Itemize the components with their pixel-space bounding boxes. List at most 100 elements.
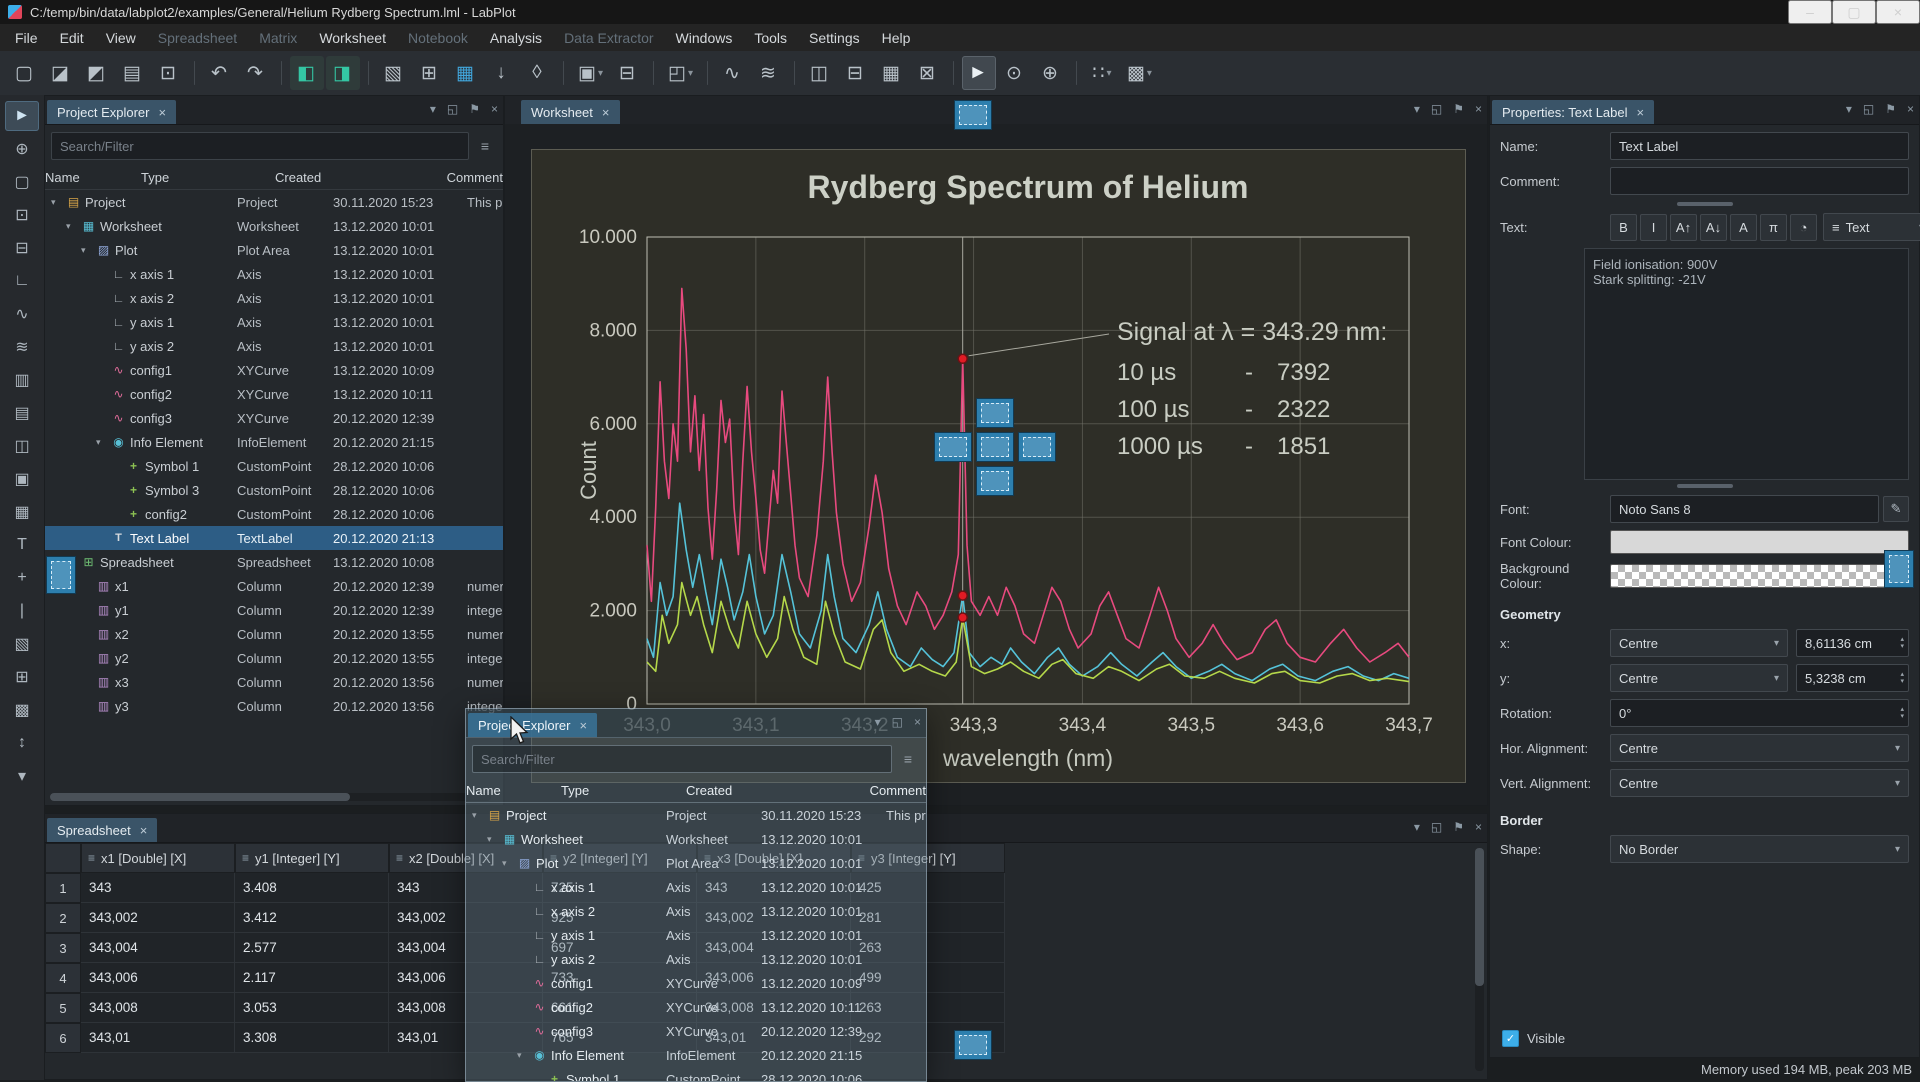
tree-row-config2[interactable]: ∿ config2 XYCurve 13.12.2020 10:11 bbox=[45, 382, 503, 406]
dock-menu-icon[interactable]: ▾ bbox=[1414, 102, 1420, 116]
cascade-windows-button[interactable]: ▧ bbox=[377, 56, 411, 90]
x-offset-stepper[interactable]: 8,61136 cm ▴▾ bbox=[1796, 629, 1909, 657]
tab-close-icon[interactable]: × bbox=[579, 718, 587, 733]
hor-alignment-combo[interactable]: Centre ▾ bbox=[1610, 734, 1909, 762]
font-colour-swatch[interactable] bbox=[1610, 530, 1909, 554]
tree-row-config1[interactable]: ∿ config1 XYCurve 13.12.2020 10:09 bbox=[45, 358, 503, 382]
worksheet-view[interactable]: 343,0343,1343,2343,3343,4343,5343,6343,7… bbox=[505, 124, 1487, 805]
new-matrix-button[interactable]: ▦ bbox=[449, 56, 483, 90]
tree-row-y-axis-2[interactable]: ∟ y axis 2 Axis 13.12.2020 10:01 bbox=[45, 334, 503, 358]
new-spreadsheet-button[interactable]: ⊞ bbox=[413, 56, 447, 90]
search-input[interactable] bbox=[472, 745, 892, 773]
dock-pin-icon[interactable]: ⚑ bbox=[1453, 820, 1464, 834]
axis-tool[interactable]: ∟ bbox=[5, 266, 39, 296]
row-number[interactable]: 4 bbox=[45, 963, 81, 993]
menu-view[interactable]: View bbox=[95, 24, 147, 51]
scrollbar-thumb[interactable] bbox=[50, 793, 350, 801]
dock-indicator-top[interactable] bbox=[976, 398, 1014, 428]
tree-row-config3[interactable]: ∿ config3 XYCurve 20.12.2020 12:39 bbox=[466, 1019, 926, 1043]
dock-indicator-screen-top[interactable] bbox=[954, 100, 992, 130]
menu-spreadsheet[interactable]: Spreadsheet bbox=[147, 24, 248, 51]
tab-worksheet[interactable]: Worksheet × bbox=[521, 100, 620, 124]
tree-row-info-element[interactable]: ▾ ◉ Info Element InfoElement 20.12.2020 … bbox=[466, 1043, 926, 1067]
row-number[interactable]: 1 bbox=[45, 873, 81, 903]
dock-menu-icon[interactable]: ▾ bbox=[1846, 102, 1852, 116]
dock-float-icon[interactable]: ◱ bbox=[1431, 820, 1442, 834]
select-region-tool[interactable]: ▢ bbox=[5, 167, 39, 197]
maximize-button[interactable]: ▢ bbox=[1832, 0, 1876, 24]
menu-settings[interactable]: Settings bbox=[798, 24, 871, 51]
spin-arrows-icon[interactable]: ▴▾ bbox=[1900, 706, 1906, 720]
undo-button[interactable]: ↶ bbox=[203, 56, 237, 90]
dock-close-icon[interactable]: × bbox=[1907, 102, 1914, 116]
row-number[interactable]: 3 bbox=[45, 933, 81, 963]
menu-notebook[interactable]: Notebook bbox=[397, 24, 479, 51]
visible-checkbox[interactable]: ✓ bbox=[1502, 1030, 1519, 1047]
menu-worksheet[interactable]: Worksheet bbox=[308, 24, 397, 51]
tree-row-x-axis-2[interactable]: ∟ x axis 2 Axis 13.12.2020 10:01 bbox=[45, 286, 503, 310]
spreadsheet-cell[interactable]: 343,002 bbox=[81, 903, 235, 933]
tree-row-y-axis-1[interactable]: ∟ y axis 1 Axis 13.12.2020 10:01 bbox=[466, 923, 926, 947]
menu-matrix[interactable]: Matrix bbox=[248, 24, 308, 51]
layout-vertical-button[interactable]: ◫ bbox=[803, 56, 837, 90]
vert-alignment-combo[interactable]: Centre ▾ bbox=[1610, 769, 1909, 797]
tree-row-y-axis-2[interactable]: ∟ y axis 2 Axis 13.12.2020 10:01 bbox=[466, 947, 926, 971]
crosshair-tool[interactable]: ⊕ bbox=[5, 134, 39, 164]
dock-pin-icon[interactable]: ⚑ bbox=[469, 102, 480, 116]
spreadsheet-cell[interactable]: 343,01 bbox=[81, 1023, 235, 1053]
save-project-button[interactable]: ◩ bbox=[80, 56, 114, 90]
tree-row-x1[interactable]: ▥ x1 Column 20.12.2020 12:39 numerical bbox=[45, 574, 503, 598]
zoom-x-tool[interactable]: ⊟ bbox=[5, 233, 39, 263]
dock-close-icon[interactable]: × bbox=[1475, 102, 1482, 116]
zoom-select-tool-button[interactable]: ⊕ bbox=[1034, 56, 1068, 90]
dock-close-icon[interactable]: × bbox=[1475, 820, 1482, 834]
splitter-handle[interactable] bbox=[1677, 484, 1733, 488]
tree-row-text-label[interactable]: T Text Label TextLabel 20.12.2020 21:13 bbox=[45, 526, 503, 550]
name-field[interactable] bbox=[1610, 132, 1909, 160]
menu-windows[interactable]: Windows bbox=[665, 24, 744, 51]
tree-row-x-axis-1[interactable]: ∟ x axis 1 Axis 13.12.2020 10:01 bbox=[466, 875, 926, 899]
layout-horizontal-button[interactable]: ⊟ bbox=[839, 56, 873, 90]
y-position-combo[interactable]: Centre ▾ bbox=[1610, 664, 1788, 692]
tree-row-x-axis-2[interactable]: ∟ x axis 2 Axis 13.12.2020 10:01 bbox=[466, 899, 926, 923]
minimize-button[interactable]: – bbox=[1788, 0, 1832, 24]
tab-close-icon[interactable]: × bbox=[602, 105, 610, 120]
tree-row-plot[interactable]: ▾ ▨ Plot Plot Area 13.12.2020 10:01 bbox=[45, 238, 503, 262]
dock-menu-icon[interactable]: ▾ bbox=[1414, 820, 1420, 834]
expander-icon[interactable]: ▾ bbox=[96, 437, 107, 448]
tab-close-icon[interactable]: × bbox=[1637, 105, 1645, 120]
spreadsheet-cell[interactable]: 3.308 bbox=[235, 1023, 389, 1053]
tile-windows-button[interactable]: ◧ bbox=[290, 56, 324, 90]
image-tool[interactable]: ▦ bbox=[5, 497, 39, 527]
close-button[interactable]: × bbox=[1876, 0, 1920, 24]
print-button[interactable]: ▤ bbox=[116, 56, 150, 90]
bar-chart-tool[interactable]: ▤ bbox=[5, 398, 39, 428]
tab-project-explorer[interactable]: Project Explorer × bbox=[47, 100, 176, 124]
background-colour-swatch[interactable] bbox=[1610, 564, 1909, 588]
subscript-button[interactable]: A↓ bbox=[1700, 214, 1727, 241]
expander-icon[interactable]: ▾ bbox=[81, 245, 92, 256]
font-field[interactable] bbox=[1610, 495, 1879, 523]
dock-indicator-center[interactable] bbox=[976, 432, 1014, 462]
spreadsheet-cell[interactable]: 2.577 bbox=[235, 933, 389, 963]
x-position-combo[interactable]: Centre ▾ bbox=[1610, 629, 1788, 657]
spreadsheet-cell[interactable]: 343 bbox=[81, 873, 235, 903]
dock-float-icon[interactable]: ◱ bbox=[447, 102, 458, 116]
tree-row-x-axis-1[interactable]: ∟ x axis 1 Axis 13.12.2020 10:01 bbox=[45, 262, 503, 286]
spreadsheet-cell[interactable]: 343,004 bbox=[81, 933, 235, 963]
dock-indicator-right[interactable] bbox=[1018, 432, 1056, 462]
bold-button[interactable]: B bbox=[1610, 214, 1637, 241]
box-plot-tool[interactable]: ◫ bbox=[5, 431, 39, 461]
tile-windows-vertical-button[interactable]: ◨ bbox=[326, 56, 360, 90]
menu-data-extractor[interactable]: Data Extractor bbox=[553, 24, 664, 51]
smooth-curve-tool[interactable]: ≋ bbox=[5, 332, 39, 362]
tree-row-info-element[interactable]: ▾ ◉ Info Element InfoElement 20.12.2020 … bbox=[45, 430, 503, 454]
row-number[interactable]: 5 bbox=[45, 993, 81, 1023]
menu-analysis[interactable]: Analysis bbox=[479, 24, 553, 51]
select-tool-button[interactable]: ► bbox=[962, 56, 996, 90]
dock-pin-icon[interactable]: ⚑ bbox=[1885, 102, 1896, 116]
expander-icon[interactable]: ▾ bbox=[51, 197, 62, 208]
italic-button[interactable]: I bbox=[1640, 214, 1667, 241]
horizontal-scrollbar[interactable] bbox=[50, 793, 491, 801]
tree-row-project[interactable]: ▾ ▤ Project Project 30.11.2020 15:23 Thi… bbox=[466, 803, 926, 827]
